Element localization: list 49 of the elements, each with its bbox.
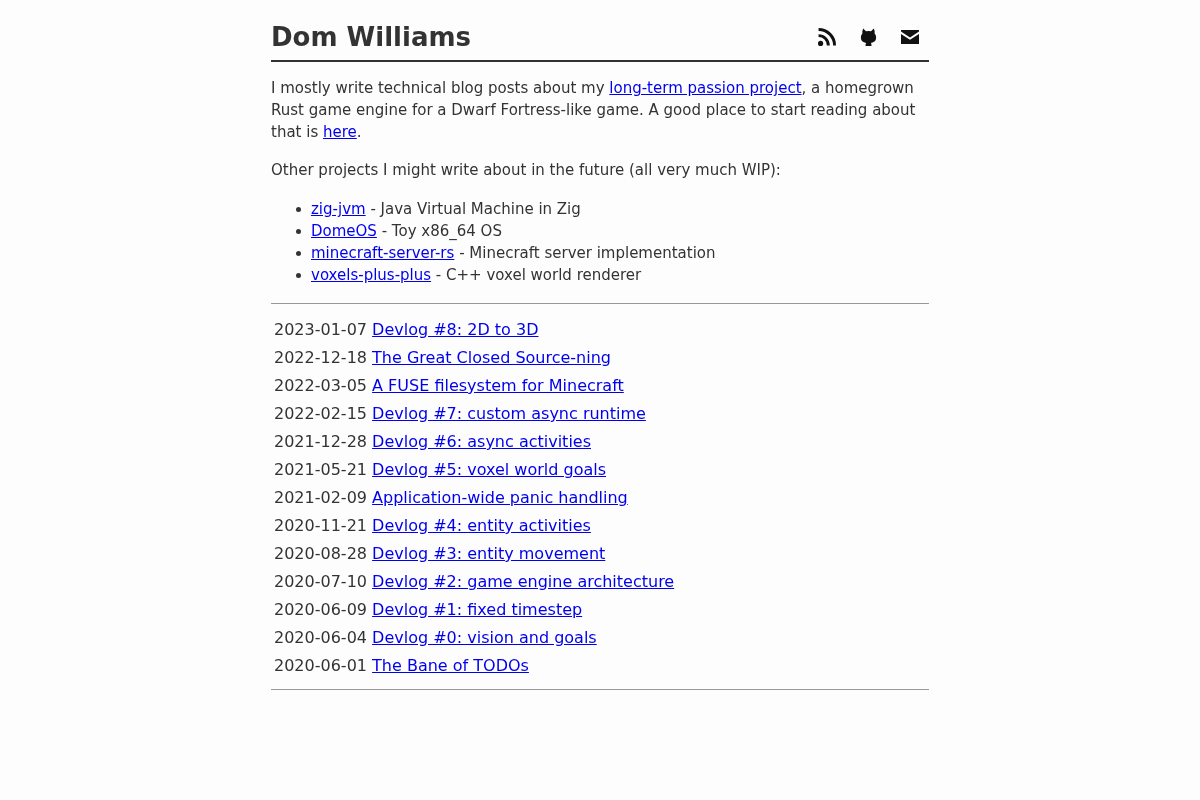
email-link[interactable] [901,30,919,44]
post-link[interactable]: Devlog #8: 2D to 3D [372,320,539,339]
site-title: Dom Williams [271,21,472,54]
post-link[interactable]: Devlog #5: voxel world goals [372,460,607,479]
rss-icon [818,28,836,46]
project-link[interactable]: DomeOS [311,222,377,240]
intro-link[interactable]: long-term passion project [609,79,802,97]
post-date: 2020-07-10 [274,572,367,591]
github-icon [860,28,877,46]
post-date: 2020-11-21 [274,516,367,535]
post-date: 2021-12-28 [274,432,367,451]
post-date: 2021-05-21 [274,460,367,479]
post-link[interactable]: Devlog #1: fixed timestep [372,600,583,619]
bullet-icon [296,250,301,256]
bullet-icon [296,206,301,212]
post-date: 2022-12-18 [274,348,367,367]
bullet-icon [296,228,301,234]
post-date: 2020-06-04 [274,628,367,647]
project-link[interactable]: zig-jvm [311,200,366,218]
post-link[interactable]: Devlog #6: async activities [372,432,591,451]
post-link[interactable]: Devlog #3: entity movement [372,544,606,563]
post-link[interactable]: Devlog #7: custom async runtime [372,404,646,423]
intro-link[interactable]: here [323,123,357,141]
project-item-text: DomeOS - Toy x86_64 OS [311,221,502,242]
post-date: 2021-02-09 [274,488,367,507]
post-date: 2022-02-15 [274,404,367,423]
project-item-text: voxels-plus-plus - C++ voxel world renderer [311,265,642,286]
post-link[interactable]: Devlog #0: vision and goals [372,628,597,647]
project-link[interactable]: voxels-plus-plus [311,266,432,284]
post-date: 2020-08-28 [274,544,367,563]
project-item-text: zig-jvm - Java Virtual Machine in Zig [311,199,581,220]
post-link[interactable]: Devlog #2: game engine architecture [372,572,675,591]
post-link[interactable]: The Great Closed Source-ning [372,348,611,367]
post-link[interactable]: A FUSE filesystem for Minecraft [372,376,624,395]
post-date: 2020-06-09 [274,600,367,619]
post-link[interactable]: Devlog #4: entity activities [372,516,591,535]
intro-paragraph: I mostly write technical blog posts about my long-term passion project, a homegrown Rust game engine for a Dwarf Fortress-like game. A good place to start reading about that is here. [271,78,917,143]
projects-intro-text: Other projects I might write about in the future (all very much WIP): [271,160,782,181]
project-link[interactable]: minecraft-server-rs [311,244,455,262]
envelope-icon [901,30,919,44]
post-date: 2022-03-05 [274,376,367,395]
post-date: 2023-01-07 [274,320,367,339]
bullet-icon [296,272,301,278]
post-link[interactable]: The Bane of TODOs [372,656,529,675]
post-date: 2020-06-01 [274,656,367,675]
github-link[interactable] [860,28,877,46]
rss-link[interactable] [818,28,836,46]
project-item-text: minecraft-server-rs - Minecraft server implementation [311,243,716,264]
post-link[interactable]: Application-wide panic handling [372,488,628,507]
